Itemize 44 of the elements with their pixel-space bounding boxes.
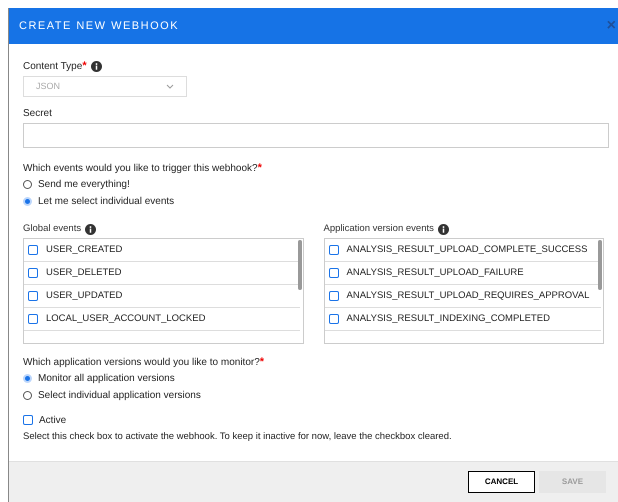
event-name: ANALYSIS_RESULT_INDEXING_COMPLETED [346, 312, 550, 326]
event-name: ANALYSIS_RESULT_UPLOAD_FAILURE [346, 266, 524, 280]
event-name: USER_UPDATED [46, 288, 122, 303]
radio-label: Send me everything! [38, 178, 130, 192]
checkbox[interactable] [28, 291, 38, 301]
required-mark: * [260, 354, 264, 370]
checkbox[interactable] [328, 245, 338, 255]
info-icon [438, 224, 449, 234]
help-text: Select this check box to activate the webhook. To keep it inactive for now, leave the checkbox cleared. [23, 430, 453, 444]
event-name: USER_CREATED [46, 242, 122, 257]
checkbox[interactable] [328, 291, 338, 301]
radio-button[interactable] [23, 391, 32, 400]
radio-label: Let me select individual events [38, 195, 174, 209]
scrollbar [598, 240, 602, 290]
radio-label: Monitor all application versions [38, 372, 175, 386]
checkbox[interactable] [23, 415, 33, 425]
list-label: Application version events [324, 222, 434, 236]
dialog-button[interactable]: CANCEL [468, 471, 535, 493]
field-label: Secret [23, 107, 53, 120]
event-name: USER_DELETED [46, 266, 122, 280]
chevron-down-icon [166, 84, 174, 89]
checkbox[interactable] [28, 268, 38, 278]
info-icon [85, 224, 96, 234]
question-label: Which events would you like to trigger this webhook? [23, 162, 258, 176]
required-mark: * [258, 160, 262, 176]
checkbox-label: Active [39, 414, 66, 428]
event-name: ANALYSIS_RESULT_UPLOAD_REQUIRES_APPROVAL [346, 288, 590, 303]
dialog-title: CREATE NEW WEBHOOK [19, 18, 180, 34]
required-mark: * [82, 58, 87, 74]
event-name: LOCAL_USER_ACCOUNT_LOCKED [46, 312, 206, 326]
secret-input[interactable] [23, 123, 609, 148]
checkbox[interactable] [328, 268, 338, 278]
info-icon [90, 60, 102, 72]
radio-button[interactable] [23, 180, 32, 189]
close-button[interactable]: × [606, 18, 616, 34]
event-name: ANALYSIS_RESULT_UPLOAD_COMPLETE_SUCCESS [346, 242, 588, 257]
list-label: Global events [23, 222, 82, 236]
checkbox[interactable] [28, 314, 38, 324]
checkbox[interactable] [328, 314, 338, 324]
radio-label: Select individual application versions [38, 389, 201, 403]
question-label: Which application versions would you like to monitor? [23, 356, 260, 370]
checkbox[interactable] [28, 245, 38, 255]
field-label: Content Type [23, 60, 82, 74]
scrollbar [298, 240, 302, 290]
